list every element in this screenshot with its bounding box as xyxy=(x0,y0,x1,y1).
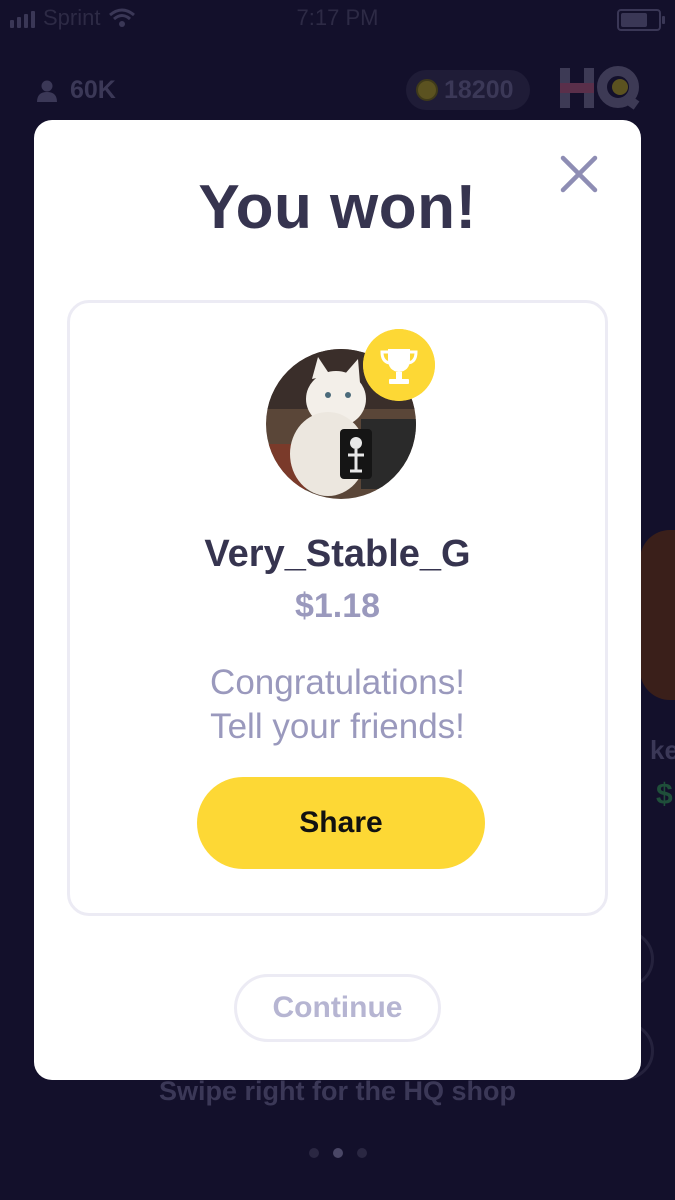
coin-balance[interactable]: 18200 xyxy=(406,70,530,110)
status-time: 7:17 PM xyxy=(296,5,379,30)
trophy-icon xyxy=(363,329,435,401)
background-peek-text: kes xyxy=(650,735,675,765)
page-dot xyxy=(356,1148,367,1158)
continue-button[interactable]: Continue xyxy=(234,974,441,1042)
modal-title: You won! xyxy=(198,173,477,242)
coin-icon xyxy=(416,79,438,101)
share-button[interactable]: Share xyxy=(197,777,485,869)
page-dots xyxy=(0,1148,675,1158)
page-dot xyxy=(308,1148,319,1158)
user-icon xyxy=(37,80,57,102)
congrats-line: Congratulations! xyxy=(210,663,465,702)
congrats-line: Tell your friends! xyxy=(210,707,465,746)
screen: Sprint 7:17 PM 60K 18200 ke $ Swipe righ… xyxy=(0,0,675,1200)
background-peek-amount: $ xyxy=(656,778,673,811)
you-won-modal: You won! Very_Stable_G $1.18 Congratulat… xyxy=(34,120,641,1080)
viewer-count-label: 60K xyxy=(70,76,116,104)
status-bar: Sprint 7:17 PM xyxy=(0,0,675,38)
winner-card: Very_Stable_G $1.18 Congratulations! Tel… xyxy=(67,300,608,916)
coin-balance-label: 18200 xyxy=(444,75,514,104)
viewer-count: 60K xyxy=(36,76,116,105)
background-card-peek xyxy=(640,530,675,700)
swipe-hint: Swipe right for the HQ shop xyxy=(159,1076,516,1106)
winner-amount: $1.18 xyxy=(294,587,381,625)
congrats-message: Congratulations! Tell your friends! xyxy=(70,661,605,749)
hq-logo xyxy=(560,66,640,110)
winner-username: Very_Stable_G xyxy=(204,533,471,575)
page-dot-active xyxy=(332,1148,343,1158)
header: 60K 18200 xyxy=(0,66,675,116)
battery-icon xyxy=(617,9,665,31)
